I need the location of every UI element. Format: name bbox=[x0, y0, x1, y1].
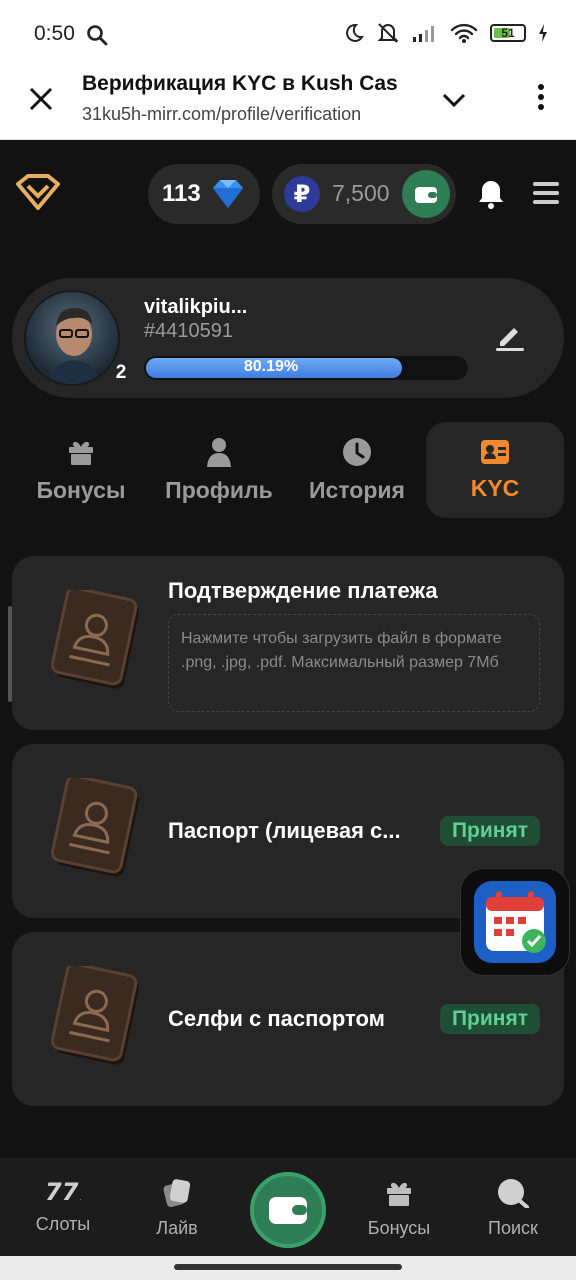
status-time: 0:50 bbox=[34, 22, 75, 45]
bottom-nav: 777 Слоты Лайв Бонусы Поиск bbox=[0, 1158, 576, 1256]
profile-card: 2 vitalikpiu... #4410591 80.19% bbox=[12, 278, 564, 398]
app-header: 113 ₽ 7,500 bbox=[0, 140, 576, 250]
gems-counter[interactable]: 113 bbox=[148, 164, 260, 224]
progress-label: 80.19% bbox=[243, 358, 299, 375]
close-icon[interactable] bbox=[26, 84, 56, 114]
nav-search[interactable]: Поиск bbox=[458, 1178, 568, 1239]
gift-icon bbox=[387, 1182, 411, 1206]
upload-dropzone[interactable]: Нажмите чтобы загрузить файл в формате .… bbox=[168, 614, 540, 712]
page: 0:50 51 Верификация KYC в Kush Cas 31ku5… bbox=[0, 0, 576, 1280]
nav-live-label: Лайв bbox=[156, 1218, 198, 1238]
wifi-icon bbox=[450, 23, 478, 43]
menu-icon[interactable] bbox=[532, 180, 560, 206]
kyc-passport-title: Паспорт (лицевая с... bbox=[168, 818, 401, 843]
browser-bar: Верификация KYC в Kush Cas 31ku5h-mirr.c… bbox=[0, 62, 576, 140]
wallet-icon bbox=[415, 187, 437, 203]
gesture-bar bbox=[0, 1256, 576, 1280]
tab-profile-label: Профиль bbox=[165, 476, 273, 503]
more-menu-icon[interactable] bbox=[536, 82, 546, 112]
user-id: #4410591 bbox=[144, 320, 233, 342]
moon-icon bbox=[346, 23, 364, 42]
search-icon bbox=[498, 1179, 529, 1208]
tab-history[interactable]: История bbox=[288, 422, 426, 518]
status-badge: Принят bbox=[439, 1004, 540, 1034]
ruble-icon: ₽ bbox=[284, 176, 320, 212]
calendar-icon bbox=[474, 881, 556, 963]
nav-bonuses[interactable]: Бонусы bbox=[344, 1178, 454, 1239]
home-handle[interactable] bbox=[174, 1264, 402, 1270]
status-badge: Принят bbox=[439, 816, 540, 846]
tab-history-label: История bbox=[309, 476, 405, 503]
balance-amount: 7,500 bbox=[332, 180, 390, 206]
nav-slots-label: Слоты bbox=[35, 1214, 91, 1234]
document-icon bbox=[50, 966, 139, 1065]
tab-profile[interactable]: Профиль bbox=[150, 422, 288, 518]
wallet-icon bbox=[269, 1197, 307, 1224]
document-icon bbox=[50, 590, 139, 689]
kyc-payment-title: Подтверждение платежа bbox=[168, 578, 438, 603]
nav-wallet-button[interactable] bbox=[250, 1172, 326, 1248]
slots-icon: 777 bbox=[45, 1178, 81, 1204]
avatar[interactable] bbox=[24, 290, 120, 386]
battery-icon: 51 bbox=[490, 24, 526, 42]
logo-icon[interactable] bbox=[14, 174, 62, 210]
username: vitalikpiu... bbox=[144, 296, 248, 318]
gift-icon bbox=[69, 441, 93, 465]
chevron-down-icon[interactable] bbox=[440, 86, 468, 114]
status-bar: 0:50 51 bbox=[0, 0, 576, 62]
signal-icon bbox=[413, 26, 434, 42]
nav-bonuses-label: Бонусы bbox=[367, 1218, 431, 1238]
cards-icon bbox=[163, 1179, 191, 1208]
clock-icon bbox=[343, 437, 371, 466]
svg-text:777: 777 bbox=[45, 1178, 81, 1204]
tab-kyc-label: KYC bbox=[470, 474, 520, 501]
user-icon bbox=[207, 437, 231, 467]
tab-bonuses[interactable]: Бонусы bbox=[12, 422, 150, 518]
muted-icon bbox=[377, 23, 399, 43]
document-icon bbox=[50, 778, 139, 877]
bell-icon[interactable] bbox=[476, 178, 506, 210]
gems-count: 113 bbox=[162, 180, 201, 207]
url-text[interactable]: 31ku5h-mirr.com/profile/verification bbox=[82, 104, 361, 125]
tab-bonuses-label: Бонусы bbox=[36, 476, 126, 503]
id-card-icon bbox=[481, 439, 509, 464]
calendar-fab[interactable] bbox=[460, 868, 570, 976]
balance-pill[interactable]: ₽ 7,500 bbox=[272, 164, 456, 224]
battery-level: 51 bbox=[501, 26, 515, 40]
wallet-button[interactable] bbox=[402, 170, 450, 218]
level-progress: 80.19% bbox=[144, 356, 468, 380]
nav-slots[interactable]: 777 Слоты bbox=[8, 1178, 118, 1235]
profile-tabs: Бонусы Профиль История KYC bbox=[12, 422, 564, 518]
diamond-icon bbox=[212, 180, 243, 208]
charging-icon bbox=[539, 24, 547, 42]
status-icons: 51 bbox=[342, 22, 548, 44]
page-title: Верификация KYC в Kush Cas bbox=[82, 72, 398, 95]
edit-icon[interactable] bbox=[494, 320, 526, 352]
search-icon bbox=[87, 25, 108, 46]
tab-kyc[interactable]: KYC bbox=[426, 422, 564, 518]
kyc-selfie-title: Селфи с паспортом bbox=[168, 1006, 385, 1031]
avatar-image bbox=[48, 308, 100, 384]
nav-search-label: Поиск bbox=[488, 1218, 538, 1238]
nav-live[interactable]: Лайв bbox=[122, 1178, 232, 1239]
level-badge: 2 bbox=[108, 360, 134, 386]
kyc-payment-card[interactable]: Подтверждение платежа Нажмите чтобы загр… bbox=[12, 556, 564, 730]
